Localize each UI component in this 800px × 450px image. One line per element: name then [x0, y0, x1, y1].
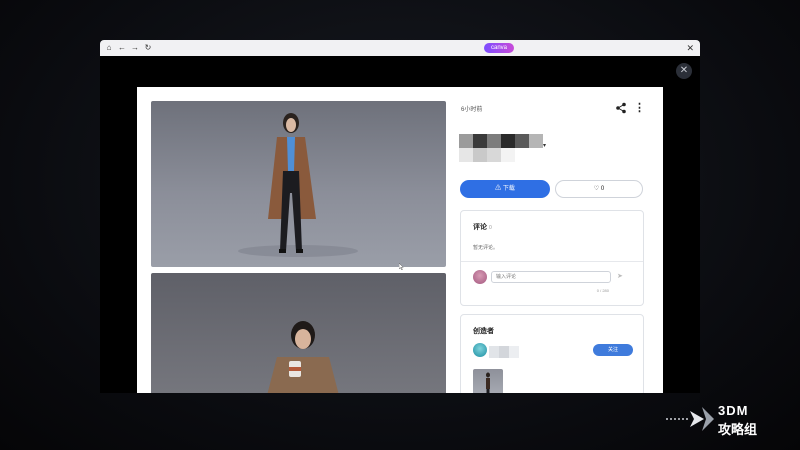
generated-image-1[interactable] — [151, 101, 446, 267]
creator-avatar[interactable] — [473, 343, 487, 357]
divider — [461, 261, 643, 262]
more-options-icon[interactable]: ⋮ — [634, 101, 645, 115]
sword-logo-icon — [666, 407, 714, 431]
download-icon: ⚠ — [495, 186, 502, 192]
forward-icon[interactable]: → — [130, 43, 140, 53]
window-close-icon[interactable]: ✕ — [686, 42, 694, 54]
timestamp: 6小时前 — [461, 107, 483, 113]
blurred-title — [459, 134, 543, 162]
generated-image-2[interactable] — [151, 273, 446, 393]
comments-title: 评论 0 — [473, 224, 492, 231]
download-label: 下载 — [502, 186, 515, 192]
comment-input[interactable]: 输入评论 — [491, 271, 611, 283]
download-button[interactable]: ⚠ 下载 — [460, 180, 550, 198]
watermark-text-2: 攻略组 — [718, 422, 758, 437]
like-count: 0 — [600, 186, 605, 192]
figure-standing-image — [238, 113, 358, 257]
follow-button[interactable]: 关注 — [593, 344, 633, 356]
blurred-creator-name — [489, 346, 519, 358]
comments-count: 0 — [488, 225, 492, 231]
chevron-down-icon[interactable]: ▾ — [543, 142, 546, 149]
back-icon[interactable]: ← — [117, 43, 127, 53]
watermark-text-1: 3DM — [718, 403, 749, 418]
figure-cup-image — [267, 321, 339, 393]
image-detail-modal: 6小时前 ⋮ ▾ ⚠ 下载 ♡ 0 评论 0 暂无评论。 输入评论 ➤ 0 / … — [137, 87, 663, 393]
send-icon[interactable]: ➤ — [617, 272, 623, 280]
heart-icon: ♡ — [593, 186, 600, 192]
like-button[interactable]: ♡ 0 — [555, 180, 643, 198]
mouse-cursor-icon — [399, 263, 404, 270]
share-icon[interactable] — [615, 102, 627, 114]
creator-card: 创造者 关注 — [460, 314, 644, 393]
watermark-logo: 3DM 攻略组 — [664, 401, 790, 437]
comments-card: 评论 0 暂无评论。 输入评论 ➤ 0 / 280 — [460, 210, 644, 306]
char-counter: 0 / 280 — [596, 288, 609, 293]
creator-title: 创造者 — [473, 328, 494, 335]
no-comments-text: 暂无评论。 — [473, 245, 499, 251]
reload-icon[interactable]: ↻ — [143, 43, 153, 53]
home-icon[interactable]: ⌂ — [104, 43, 114, 53]
modal-close-icon[interactable]: ✕ — [676, 63, 692, 79]
app-name-pill: canva — [484, 43, 514, 53]
creator-thumbnail[interactable] — [473, 369, 503, 393]
browser-toolbar: ⌂ ← → ↻ canva ✕ — [100, 40, 700, 56]
avatar — [473, 270, 487, 284]
